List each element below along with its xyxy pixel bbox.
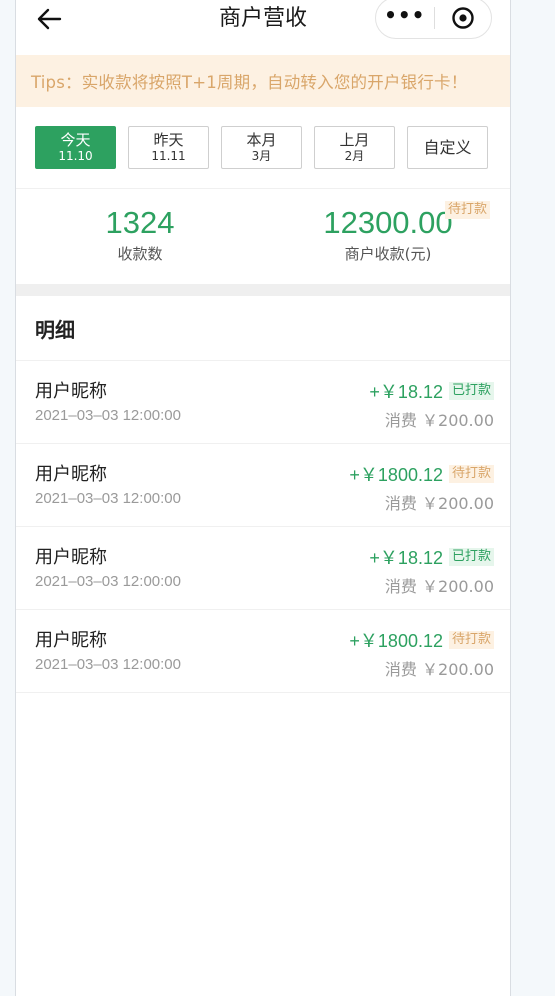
transaction-amount: +￥18.12	[369, 382, 443, 402]
revenue-summary: 1324 收款数 12300.00 商户收款(元) 待打款	[16, 188, 510, 284]
customer-nickname: 用户昵称	[35, 381, 107, 402]
amount-group: +￥1800.12 待打款	[349, 461, 494, 487]
date-tab-sublabel: 11.10	[58, 149, 93, 163]
section-divider	[16, 284, 510, 296]
date-tab-4[interactable]: 自定义	[407, 126, 488, 169]
date-tab-label: 昨天	[153, 131, 184, 149]
transaction-time: 2021–03–03 12:00:00	[35, 573, 181, 590]
merchant-amount-label: 商户收款(元)	[344, 245, 432, 263]
consumption-amount: 消费 ￥200.00	[384, 577, 494, 596]
customer-nickname: 用户昵称	[35, 630, 107, 651]
transaction-time: 2021–03–03 12:00:00	[35, 407, 181, 424]
phone-screen: 商户营收 ••• Tips：实收款将按照T+1周期，自动转入您的开户银行卡！ 今…	[15, 0, 511, 996]
nav-bar: 商户营收 •••	[16, 0, 510, 55]
tips-banner: Tips：实收款将按照T+1周期，自动转入您的开户银行卡！	[16, 55, 510, 107]
date-tab-sublabel: 11.11	[151, 149, 186, 163]
transaction-amount: +￥18.12	[369, 548, 443, 568]
payout-status-badge: 已打款	[448, 382, 494, 400]
amount-group: +￥18.12 已打款	[369, 378, 494, 404]
payout-status-badge: 待打款	[448, 631, 494, 649]
date-tab-label: 自定义	[423, 138, 472, 157]
payment-count-label: 收款数	[117, 245, 163, 263]
payout-status-badge: 待打款	[448, 465, 494, 483]
transaction-list: 用户昵称 2021–03–03 12:00:00 +￥18.12 已打款 消费 ￥200…	[16, 361, 510, 693]
date-tab-1[interactable]: 昨天 11.11	[128, 126, 209, 169]
date-tab-label: 上月	[339, 131, 370, 149]
date-filter-tabs: 今天 11.10 昨天 11.11 本月 3月 上月 2月 自定义	[16, 107, 510, 188]
transaction-row[interactable]: 用户昵称 2021–03–03 12:00:00 +￥1800.12 待打款消费 ￥2…	[16, 444, 510, 527]
more-button[interactable]: •••	[376, 0, 434, 38]
transaction-row[interactable]: 用户昵称 2021–03–03 12:00:00 +￥18.12 已打款消费 ￥200…	[16, 361, 510, 444]
customer-nickname: 用户昵称	[35, 547, 107, 568]
target-close-icon	[452, 7, 474, 29]
date-tab-sublabel: 2月	[344, 149, 365, 163]
pending-payout-badge: 待打款	[445, 201, 491, 219]
date-tab-label: 本月	[246, 131, 277, 149]
date-tab-2[interactable]: 本月 3月	[221, 126, 302, 169]
date-tab-label: 今天	[60, 131, 91, 149]
transaction-time: 2021–03–03 12:00:00	[35, 656, 181, 673]
transaction-amount: +￥1800.12	[349, 631, 443, 651]
consumption-amount: 消费 ￥200.00	[384, 494, 494, 513]
close-button[interactable]	[434, 0, 491, 38]
transaction-row[interactable]: 用户昵称 2021–03–03 12:00:00 +￥1800.12 待打款消费 ￥2…	[16, 610, 510, 693]
date-tab-sublabel: 3月	[251, 149, 272, 163]
consumption-amount: 消费 ￥200.00	[384, 411, 494, 430]
customer-nickname: 用户昵称	[35, 464, 107, 485]
details-heading: 明细	[16, 296, 510, 361]
more-dots-icon: •••	[384, 3, 426, 27]
transaction-amount: +￥1800.12	[349, 465, 443, 485]
date-tab-0[interactable]: 今天 11.10	[35, 126, 116, 169]
payment-count-stat: 1324 收款数	[16, 203, 264, 264]
amount-group: +￥1800.12 待打款	[349, 627, 494, 653]
transaction-row[interactable]: 用户昵称 2021–03–03 12:00:00 +￥18.12 已打款消费 ￥200…	[16, 527, 510, 610]
mini-program-capsule: •••	[375, 0, 492, 39]
payment-count-value: 1324	[105, 205, 175, 240]
date-tab-3[interactable]: 上月 2月	[314, 126, 395, 169]
consumption-amount: 消费 ￥200.00	[384, 660, 494, 679]
transaction-time: 2021–03–03 12:00:00	[35, 490, 181, 507]
amount-group: +￥18.12 已打款	[369, 544, 494, 570]
payout-status-badge: 已打款	[448, 548, 494, 566]
